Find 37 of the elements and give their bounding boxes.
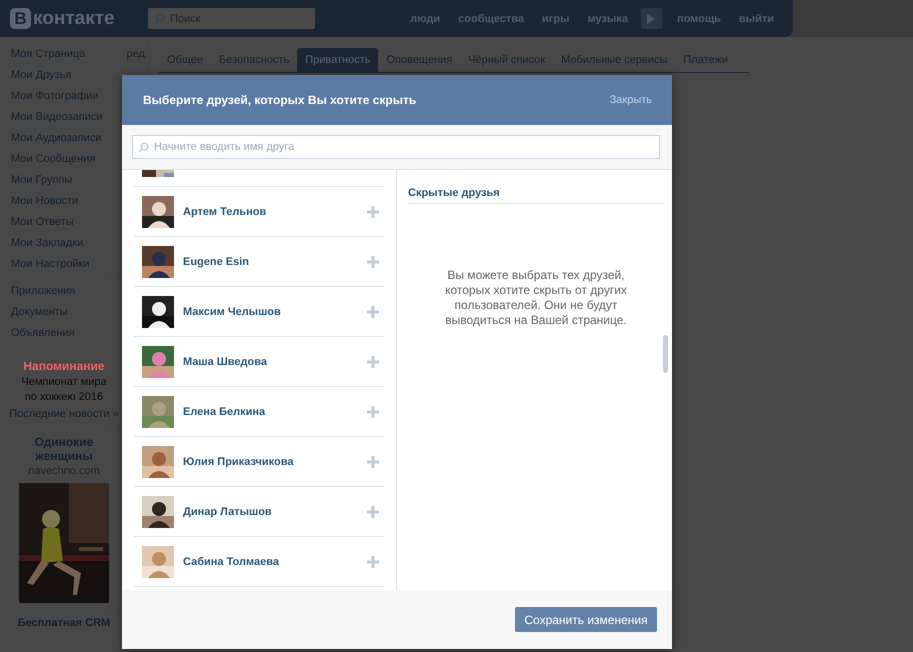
logo-text[interactable]: контакте [33, 8, 115, 30]
nav-link[interactable]: музыка [578, 12, 637, 24]
nav-link[interactable]: игры [533, 12, 578, 24]
panel-title: Скрытые друзья [408, 187, 500, 199]
search-icon [138, 142, 149, 153]
friend-name[interactable]: Eugene Esin [183, 256, 367, 268]
add-button[interactable] [367, 256, 379, 268]
nav-link[interactable]: выйти [730, 12, 783, 24]
logo-badge[interactable]: В [10, 8, 31, 29]
friend-name[interactable]: Елена Белкина [183, 406, 367, 418]
add-button[interactable] [367, 356, 379, 368]
add-button[interactable] [367, 306, 379, 318]
play-button[interactable] [640, 8, 662, 29]
add-button[interactable] [367, 556, 379, 568]
reminder-text: Чемпионат мира по хоккею 2016 [20, 375, 108, 405]
add-button[interactable] [367, 406, 379, 418]
friend-name[interactable]: Сабина Толмаева [183, 556, 367, 568]
friend-name[interactable]: Динар Латышов [183, 506, 367, 518]
reminder-title: Напоминание [23, 359, 105, 373]
play-icon [647, 14, 656, 24]
nav-link[interactable]: люди [401, 12, 450, 24]
nav-link[interactable]: сообщества [449, 12, 534, 24]
scrollbar[interactable] [663, 335, 668, 373]
close-link[interactable]: Закрыть [610, 94, 652, 106]
friend-name[interactable]: Максим Челышов [183, 306, 367, 318]
add-button[interactable] [367, 456, 379, 468]
hint-text: Вы можете выбрать тех друзей, которых хотите скрыть от других пользователей. Они не будут выводиться на Вашей странице. [444, 268, 628, 328]
friend-name[interactable]: Артем Тельнов [183, 206, 367, 218]
settings-tab[interactable]: Приватность [297, 48, 378, 72]
friend-search-field[interactable]: Начните вводить имя друга [132, 135, 660, 159]
add-button[interactable] [367, 206, 379, 218]
add-button[interactable] [367, 506, 379, 518]
dialog-title: Выберите друзей, которых Вы хотите скрыть [143, 93, 416, 107]
save-button[interactable]: Сохранить изменения [515, 607, 657, 632]
friend-name[interactable]: Маша Шведова [183, 356, 367, 368]
nav-link[interactable]: помощь [668, 12, 730, 24]
friend-name[interactable]: Юлия Приказчикова [183, 456, 367, 468]
